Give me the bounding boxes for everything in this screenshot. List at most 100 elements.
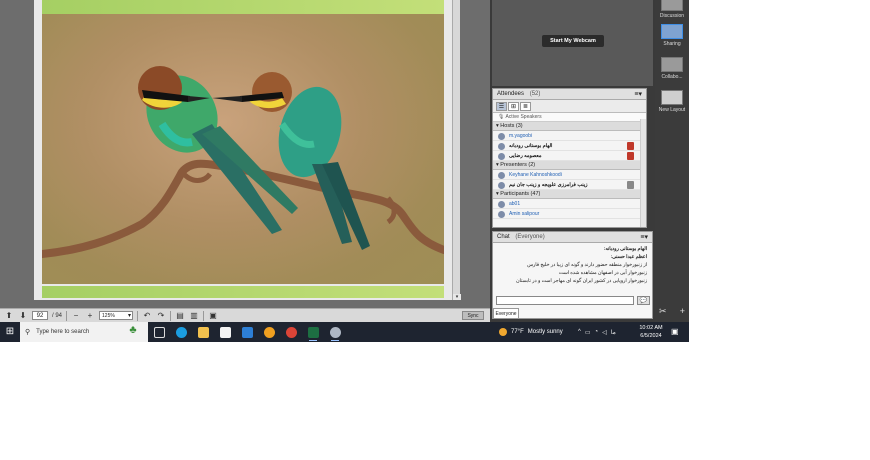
webcam-pod: Start My Webcam xyxy=(492,0,653,86)
user-avatar-icon xyxy=(498,133,505,140)
active-speakers-label: Active Speakers xyxy=(505,114,542,120)
page-header-band xyxy=(42,0,444,14)
add-layout-icon[interactable]: + xyxy=(680,306,685,316)
presenters-group-header[interactable]: ▾ Presenters (2) xyxy=(493,161,646,170)
chrome-icon[interactable] xyxy=(280,322,302,342)
attendee-view-switcher: ☰ ⊞ ≣ xyxy=(493,100,646,113)
document-scrollbar[interactable]: ▾ xyxy=(452,0,461,300)
page-number-input[interactable]: 92 xyxy=(32,311,48,320)
bee-eater-photo xyxy=(42,14,444,284)
page-up-icon[interactable]: ⬆ xyxy=(4,311,14,321)
pod-menu-icon[interactable]: ≡▾ xyxy=(634,89,642,100)
chat-text: از زنبورخوار منطقه حضور دارند و گونه ای … xyxy=(527,263,647,268)
attendee-name: الهام بوستانی رودبانه xyxy=(509,143,553,149)
network-icon[interactable]: ◔ xyxy=(595,329,599,335)
task-view-icon[interactable] xyxy=(148,322,170,342)
mail-icon[interactable] xyxy=(236,322,258,342)
chat-input-row: 💬 xyxy=(496,296,650,305)
pod-menu-icon[interactable]: ≡▾ xyxy=(640,232,648,243)
sync-button[interactable]: Sync xyxy=(462,311,484,320)
status-hand-icon xyxy=(627,152,634,160)
store-icon[interactable] xyxy=(214,322,236,342)
clock-time: 10:02 AM xyxy=(639,325,663,331)
screen: ▾ ⬆ ⬇ 92 / 94 − + 125% ↶ ↷ ▤ ▥ ▣ Sync St… xyxy=(0,0,689,342)
attendee-name: ab01 xyxy=(509,201,521,207)
document-options-icon[interactable]: ▥ xyxy=(189,311,199,321)
status-view-icon[interactable]: ≣ xyxy=(520,102,531,111)
zoom-in-icon[interactable]: + xyxy=(85,311,95,321)
attendee-row[interactable]: معصومه رضایی xyxy=(493,151,646,161)
clock[interactable]: 10:02 AM 6/5/2024 xyxy=(634,324,668,340)
hosts-group-header[interactable]: ▾ Hosts (3) xyxy=(493,122,646,131)
file-explorer-icon[interactable] xyxy=(192,322,214,342)
layout-new[interactable]: New Layout xyxy=(657,90,687,113)
attendee-row[interactable]: الهام بوستانی رودبانه xyxy=(493,141,646,151)
layout-label: Collabo... xyxy=(661,74,683,80)
chat-messages: الهام بوستانی رودبانه: اعظم عبدا حسنی: ا… xyxy=(493,243,652,295)
battery-icon[interactable]: ▭ xyxy=(585,329,591,336)
chat-text: زنبورخوار اروپایی در کشور ایران گونه ای … xyxy=(515,279,647,284)
start-webcam-button[interactable]: Start My Webcam xyxy=(542,35,604,47)
chevron-up-icon[interactable]: ^ xyxy=(578,329,581,335)
connect-app-icon[interactable] xyxy=(324,322,346,342)
layout-label: Discussion xyxy=(659,13,685,19)
chat-title: Chat xyxy=(497,234,510,240)
page-down-icon[interactable]: ⬇ xyxy=(18,311,28,321)
chat-sender: الهام بوستانی رودبانه: xyxy=(603,247,647,252)
chat-tab-everyone[interactable]: Everyone xyxy=(493,308,519,318)
attendees-scrollbar[interactable] xyxy=(640,119,646,227)
user-avatar-icon xyxy=(498,182,505,189)
layouts-bar: Discussion Sharing Collabo... New Layout… xyxy=(655,0,689,342)
system-tray: ^ ▭ ◔ ◁ ما xyxy=(578,322,616,342)
zoom-out-icon[interactable]: − xyxy=(71,311,81,321)
windows-start-icon[interactable]: ⊞ xyxy=(0,322,20,342)
fullscreen-icon[interactable]: ▣ xyxy=(208,311,218,321)
attendees-count: (52) xyxy=(529,91,541,97)
attendee-name: m.yagoobi xyxy=(509,133,533,139)
notification-icon[interactable]: ▣ xyxy=(671,327,681,337)
volume-icon[interactable]: ◁ xyxy=(602,329,607,336)
chat-message: زنبورخوار اروپایی در کشور ایران گونه ای … xyxy=(498,278,647,286)
document-share-pod: ▾ xyxy=(0,0,490,308)
chat-pod: Chat (Everyone) ≡▾ الهام بوستانی رودبانه… xyxy=(492,231,653,319)
excel-icon[interactable] xyxy=(302,322,324,342)
toolbar-divider xyxy=(170,310,172,321)
user-avatar-icon xyxy=(498,172,505,179)
attendee-row[interactable]: m.yagoobi xyxy=(493,131,646,141)
send-message-icon[interactable]: 💬 xyxy=(637,296,650,305)
status-hand-icon xyxy=(627,142,634,150)
participants-group-header[interactable]: ▾ Participants (47) xyxy=(493,190,646,199)
undo-icon[interactable]: ↶ xyxy=(142,311,152,321)
scroll-down-arrow-icon[interactable]: ▾ xyxy=(453,294,461,300)
page-layout-icon[interactable]: ▤ xyxy=(175,311,185,321)
plant-icon: ♣ xyxy=(129,324,137,336)
manage-layouts-icon[interactable]: ✂ xyxy=(659,306,667,316)
chat-message: اعظم عبدا حسنی: xyxy=(498,254,647,262)
page-total: / 94 xyxy=(52,312,63,319)
attendee-row[interactable]: زینب فرامرزی علویجه و زینب جان نیم xyxy=(493,180,646,190)
edge-icon[interactable] xyxy=(170,322,192,342)
list-view-icon[interactable]: ☰ xyxy=(496,102,507,111)
app-icon[interactable] xyxy=(258,322,280,342)
taskbar-search[interactable]: ⚲ Type here to search ♣ xyxy=(20,322,148,342)
layout-collaboration[interactable]: Collabo... xyxy=(657,57,687,80)
grid-view-icon[interactable]: ⊞ xyxy=(508,102,519,111)
weather-widget[interactable]: 77°F Mostly sunny xyxy=(499,322,563,342)
attendee-name: زینب فرامرزی علویجه و زینب جان نیم xyxy=(509,182,588,188)
redo-icon[interactable]: ↷ xyxy=(156,311,166,321)
layout-sharing[interactable]: Sharing xyxy=(657,24,687,47)
chat-message: از زنبورخوار منطقه حضور دارند و گونه ای … xyxy=(498,262,647,270)
chat-input[interactable] xyxy=(496,296,634,305)
layout-discussion[interactable]: Discussion xyxy=(657,0,687,19)
attendee-name: معصومه رضایی xyxy=(509,153,542,159)
attendee-row[interactable]: ab01 xyxy=(493,199,646,209)
attendee-row[interactable]: Keyhane Kahnoshkoodi xyxy=(493,170,646,180)
active-speakers-row[interactable]: 🎙 Active Speakers xyxy=(493,113,646,122)
attendee-row[interactable]: Amin salipour xyxy=(493,209,646,219)
page-footer-band xyxy=(42,286,444,298)
zoom-select[interactable]: 125% xyxy=(99,311,134,320)
language-indicator[interactable]: ما xyxy=(611,329,616,336)
chat-text: زنبورخوار آبی در اصفهان مشاهده شده است xyxy=(558,271,647,276)
user-avatar-icon xyxy=(498,211,505,218)
chat-sender: اعظم عبدا حسنی: xyxy=(610,255,647,260)
